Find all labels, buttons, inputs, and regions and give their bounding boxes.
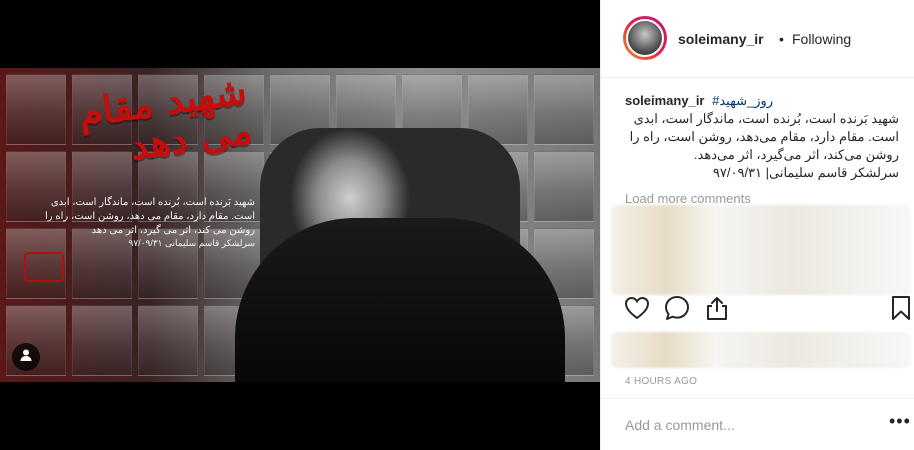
portrait-tile: [534, 74, 594, 145]
action-bar: [601, 295, 914, 332]
header-username[interactable]: soleimany_ir: [678, 31, 764, 47]
portrait-tile: [72, 305, 132, 376]
following-button[interactable]: Following: [792, 31, 851, 47]
save-button[interactable]: [887, 295, 914, 326]
blurred-likes: [611, 332, 911, 368]
portrait-tile: [534, 151, 594, 222]
heart-icon: [624, 296, 650, 325]
share-button[interactable]: [703, 296, 731, 324]
caption-hashtag[interactable]: #روز_شهید: [712, 93, 773, 108]
header-separator: •: [779, 31, 784, 47]
caption-body: شهید بَرنده است، بُرنده است، ماندگار است…: [629, 111, 899, 180]
share-icon: [705, 295, 729, 326]
blurred-comments: [611, 205, 911, 295]
like-button[interactable]: [623, 296, 651, 324]
comment-bar: •••: [601, 398, 914, 450]
user-tag-icon: [19, 348, 33, 367]
post-timestamp[interactable]: 4 HOURS AGO: [625, 376, 697, 387]
load-more-comments[interactable]: Load more comments: [625, 191, 751, 206]
poster-quote: شهید بَرنده است، بُرنده است، ماندگار است…: [44, 197, 255, 236]
avatar[interactable]: [623, 16, 667, 60]
post-caption: soleimany_ir #روز_شهید شهید بَرنده است، …: [625, 92, 899, 182]
comment-input[interactable]: [623, 413, 867, 437]
avatar-image: [626, 19, 664, 57]
post-side-panel: soleimany_ir • Following soleimany_ir #ر…: [600, 0, 914, 450]
bowing-man-coat: [235, 218, 565, 382]
post-image[interactable]: شهید مقام می دهد شهید بَرنده است، بُرنده…: [0, 68, 600, 382]
post-header: soleimany_ir • Following: [601, 0, 914, 78]
poster-signature: سرلشکر قاسم سلیمانی ۹۷/۰۹/۳۱: [128, 238, 256, 248]
more-options-button[interactable]: •••: [889, 411, 911, 432]
comment-icon: [664, 295, 690, 326]
comment-button[interactable]: [663, 295, 691, 326]
caption-username[interactable]: soleimany_ir: [625, 93, 705, 108]
portrait-tile: [138, 305, 198, 376]
tagged-users-button[interactable]: [12, 343, 40, 371]
bookmark-icon: [890, 295, 912, 326]
poster-logo: [24, 252, 64, 282]
post-media-area: شهید مقام می دهد شهید بَرنده است، بُرنده…: [0, 0, 600, 450]
